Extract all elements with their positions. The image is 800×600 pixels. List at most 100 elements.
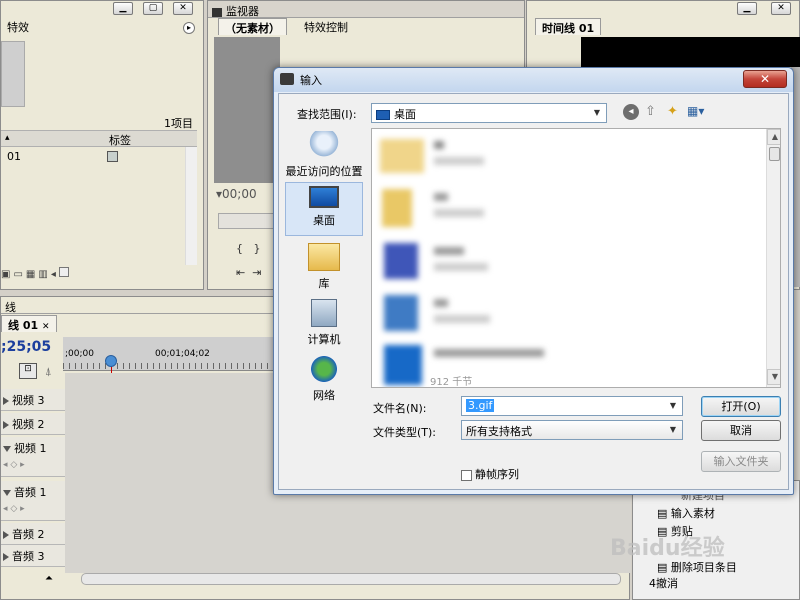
goto-out-icon[interactable]: ⇥ (252, 266, 261, 279)
place-desktop[interactable]: 桌面 (285, 182, 363, 236)
import-folder-button[interactable]: 输入文件夹 (701, 451, 781, 472)
zoom-slider-icon[interactable]: ⏶ (45, 573, 53, 584)
place-computer[interactable]: 计算机 (285, 296, 363, 350)
ruler-label-mid: 00;01;04;02 (155, 349, 210, 359)
close-button-2[interactable]: ✕ (771, 2, 791, 15)
minimize-button-2[interactable]: ▁ (737, 2, 757, 15)
place-network[interactable]: 网络 (285, 352, 363, 406)
goto-in-icon[interactable]: ⇤ (236, 266, 245, 279)
column-label-tag[interactable]: 标签 (109, 132, 131, 148)
tab-effect-controls[interactable]: 特效控制 (298, 18, 354, 35)
scroll-thumb[interactable] (58, 267, 69, 277)
maximize-button[interactable]: ▢ (143, 2, 163, 15)
import-icon: ▤ (657, 507, 668, 520)
bin-icon[interactable]: ▣ (1, 269, 13, 280)
monitor-scrub-bar[interactable] (218, 213, 278, 229)
track-video-1[interactable]: 视频 1 ◂ ◇ ▸ (1, 437, 65, 477)
look-in-select[interactable]: 桌面 ▼ (371, 103, 607, 123)
recent-places-icon (308, 131, 340, 159)
playhead-icon[interactable] (105, 355, 117, 367)
tab-timeline[interactable]: 线 01 ✕ (1, 315, 57, 332)
expand-icon[interactable] (3, 553, 9, 561)
tab-effects[interactable]: 特效 (1, 18, 35, 35)
file-name-label: 文件名(N): (373, 402, 427, 415)
file-type-select[interactable]: 所有支持格式 ▼ (461, 420, 683, 440)
panel-menu-icon[interactable]: ▸ (183, 22, 195, 34)
track-audio-2[interactable]: 音频 2 (1, 523, 65, 545)
list-item[interactable] (378, 289, 758, 339)
menu-item-import[interactable]: ▤ 输入素材 (657, 505, 715, 521)
watermark: Baidu经验 (610, 536, 725, 561)
expand-icon[interactable] (3, 397, 9, 405)
mark-out-icon[interactable]: } (254, 242, 261, 255)
chevron-down-icon: ▼ (593, 108, 601, 117)
scroll-thumb[interactable] (769, 147, 780, 161)
list-item[interactable] (378, 183, 758, 233)
dialog-app-icon (280, 73, 294, 85)
expand-icon[interactable] (3, 421, 9, 429)
file-icon (384, 345, 422, 385)
back-icon[interactable]: ◂ (623, 104, 639, 120)
file-name-input[interactable]: 3.gif ▼ (461, 396, 683, 416)
project-toolbar: ▣▭▦▥◂ (1, 267, 197, 283)
close-button[interactable]: ✕ (173, 2, 193, 15)
snap-toggle-icon[interactable]: ⊡ (19, 363, 37, 379)
scroll-up-icon[interactable]: ▲ (767, 129, 780, 145)
scroll-left-icon[interactable]: ◂ (51, 269, 59, 280)
scroll-down-icon[interactable]: ▼ (767, 369, 780, 385)
minimize-button[interactable]: ▁ (113, 2, 133, 15)
marker-icon[interactable]: ⍋ (45, 365, 52, 379)
dialog-titlebar: 输入 (274, 68, 793, 92)
track-audio-3[interactable]: 音频 3 (1, 545, 65, 567)
desktop-icon (309, 186, 339, 208)
tab-timeline-01[interactable]: 时间线 01 (535, 18, 602, 35)
new-folder-icon[interactable]: ✦ (667, 104, 678, 119)
monitor-screen (214, 37, 280, 183)
monitor-controls: { } ⇤ ⇥ (236, 237, 261, 285)
timeline-scrollbar[interactable] (81, 573, 621, 585)
sort-indicator: ▴ (5, 133, 10, 143)
track-video-3[interactable]: 视频 3 (1, 389, 65, 411)
new-item-icon[interactable]: ▦ (26, 269, 38, 280)
track-video-2[interactable]: 视频 2 (1, 413, 65, 435)
file-list[interactable]: 912 千节 ▲ ▼ (371, 128, 781, 388)
mark-in-icon[interactable]: { (236, 242, 243, 255)
cancel-button[interactable]: 取消 (701, 420, 781, 441)
place-recent[interactable]: 最近访问的位置 (285, 128, 363, 182)
delete-icon[interactable]: ▥ (38, 269, 50, 280)
folder-icon[interactable]: ▭ (13, 269, 25, 280)
chevron-down-icon: ▼ (669, 425, 677, 434)
view-menu-icon[interactable]: ▦▾ (687, 104, 704, 118)
library-icon (308, 243, 340, 271)
track-audio-1[interactable]: 音频 1 ◂ ◇ ▸ (1, 481, 65, 521)
expand-icon[interactable] (3, 531, 9, 539)
open-button[interactable]: 打开(O) (701, 396, 781, 417)
dialog-close-button[interactable]: ✕ (743, 70, 787, 88)
computer-icon (311, 299, 337, 327)
keyframe-nav[interactable]: ◂ ◇ ▸ (3, 504, 63, 514)
checkbox-box[interactable] (461, 469, 472, 481)
collapse-icon[interactable] (3, 446, 11, 452)
monitor-title: 监视器 (226, 5, 259, 18)
list-scrollbar[interactable] (185, 147, 197, 265)
list-item[interactable] (378, 131, 758, 181)
list-row[interactable]: 01 (1, 149, 197, 165)
label-color-swatch[interactable] (107, 151, 118, 162)
look-in-label: 查找范围(I): (297, 108, 357, 121)
monitor-timecode: ▾00;00 (216, 187, 257, 201)
dialog-title: 输入 (300, 74, 322, 87)
list-item[interactable] (378, 237, 758, 287)
tab-no-clip[interactable]: （无素材） (218, 18, 287, 35)
keyframe-nav[interactable]: ◂ ◇ ▸ (3, 460, 63, 470)
list-item[interactable]: 912 千节 (378, 339, 758, 387)
network-icon (308, 355, 340, 383)
collapse-icon[interactable] (3, 490, 11, 496)
timeline-timecode[interactable]: ;25;05 (1, 339, 51, 355)
place-library[interactable]: 库 (285, 240, 363, 294)
up-folder-icon[interactable]: ⇧ (645, 104, 656, 119)
tab-close-icon[interactable]: ✕ (42, 322, 50, 332)
places-bar: 最近访问的位置 桌面 库 计算机 网络 (285, 128, 369, 422)
file-list-scrollbar[interactable]: ▲ ▼ (766, 129, 780, 387)
list-header: ▴ 标签 (1, 130, 197, 147)
still-sequence-checkbox[interactable]: 静帧序列 (461, 466, 519, 482)
